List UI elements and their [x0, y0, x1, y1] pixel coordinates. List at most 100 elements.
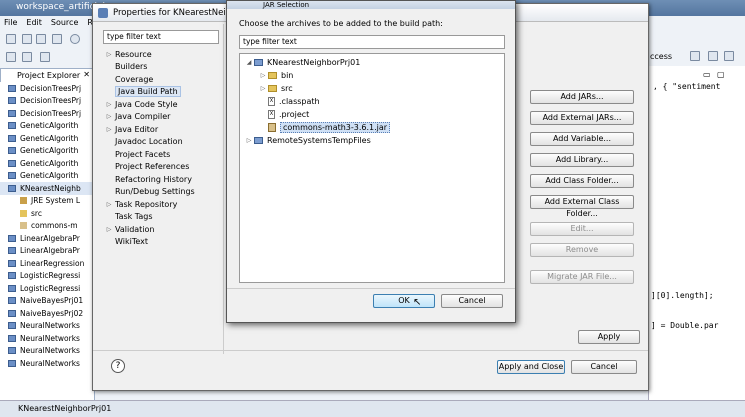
properties-nav-label: Run/Debug Settings [115, 187, 195, 197]
debug-icon[interactable] [70, 34, 80, 44]
expand-arrow-icon[interactable]: ▷ [103, 101, 115, 108]
explorer-tree-row[interactable]: LogisticRegressi [0, 270, 94, 283]
java-perspective-icon[interactable] [708, 51, 718, 61]
explorer-tree-row[interactable]: NaiveBayesPrj02 [0, 307, 94, 320]
menu-file[interactable]: File [4, 18, 17, 28]
tree-node-src[interactable]: ▷ src [258, 82, 293, 94]
menu-source[interactable]: Source [51, 18, 78, 28]
tree-node-jar[interactable]: commons-math3-3.6.1.jar [258, 121, 391, 133]
explorer-tree-row[interactable]: DecisionTreesPrj [0, 107, 94, 120]
tree-node-bin[interactable]: ▷ bin [258, 69, 294, 81]
print-icon[interactable] [52, 34, 62, 44]
minimize-icon[interactable]: ▭ [703, 70, 711, 79]
explorer-tree-row[interactable]: JRE System L [0, 195, 94, 208]
explorer-tree-row[interactable]: NeuralNetworks [0, 345, 94, 358]
properties-nav-item[interactable]: Refactoring History [103, 173, 219, 186]
properties-nav-item[interactable]: Builders [103, 61, 219, 74]
properties-nav-item[interactable]: WikiText [103, 236, 219, 249]
properties-nav-item[interactable]: Project Facets [103, 148, 219, 161]
new-icon[interactable] [6, 34, 16, 44]
quick-access-label[interactable]: ccess [650, 52, 672, 61]
expand-arrow-icon[interactable]: ▷ [103, 113, 115, 120]
tree-node-remote[interactable]: ▷ RemoteSystemsTempFiles [244, 134, 371, 146]
expand-arrow-icon[interactable]: ▷ [103, 126, 115, 133]
explorer-tree-row[interactable]: GeneticAlgorith [0, 145, 94, 158]
tree-node-project-file[interactable]: X .project [258, 108, 309, 120]
add-library-button[interactable]: Add Library... [530, 153, 634, 167]
explorer-tree-row[interactable]: GeneticAlgorith [0, 170, 94, 183]
explorer-tree-row[interactable]: src [0, 207, 94, 220]
properties-nav-item[interactable]: Run/Debug Settings [103, 186, 219, 199]
jar-cancel-button[interactable]: Cancel [441, 294, 503, 308]
ok-button[interactable]: OK [373, 294, 435, 308]
close-icon[interactable]: ✕ [83, 70, 90, 79]
cancel-button[interactable]: Cancel [571, 360, 637, 374]
add-variable-button[interactable]: Add Variable... [530, 132, 634, 146]
properties-nav-item[interactable]: ▷ Resource [103, 48, 219, 61]
project-icon [8, 322, 16, 330]
properties-nav-label: Javadoc Location [115, 137, 183, 147]
properties-nav-item[interactable]: Java Build Path [103, 86, 219, 99]
tree-node-project[interactable]: ◢ KNearestNeighborPrj01 [244, 56, 361, 68]
help-icon[interactable]: ? [111, 359, 125, 373]
properties-nav-item[interactable]: Task Tags [103, 211, 219, 224]
explorer-tree-row[interactable]: LogisticRegressi [0, 282, 94, 295]
properties-filter-input[interactable]: type filter text [103, 30, 219, 44]
explorer-tree-row[interactable]: NeuralNetworks [0, 357, 94, 370]
properties-nav-item[interactable]: ▷ Task Repository [103, 198, 219, 211]
back-icon[interactable] [40, 52, 50, 62]
prev-annotation-icon[interactable] [22, 52, 32, 62]
explorer-tree-row[interactable]: KNearestNeighb [0, 182, 94, 195]
jar-filter-input[interactable]: type filter text [239, 35, 505, 49]
next-annotation-icon[interactable] [6, 52, 16, 62]
collapsed-arrow-icon[interactable]: ▷ [244, 137, 254, 144]
explorer-tree-row[interactable]: GeneticAlgorith [0, 132, 94, 145]
explorer-tree-row[interactable]: LinearRegression [0, 257, 94, 270]
collapsed-arrow-icon[interactable]: ▷ [258, 85, 268, 92]
explorer-tree-row[interactable]: DecisionTreesPrj [0, 82, 94, 95]
explorer-tree-row[interactable]: GeneticAlgorith [0, 157, 94, 170]
migrate-jar-button[interactable]: Migrate JAR File... [530, 270, 634, 284]
expand-arrow-icon[interactable]: ▷ [103, 51, 115, 58]
add-jars-button[interactable]: Add JARs... [530, 90, 634, 104]
apply-button[interactable]: Apply [578, 330, 640, 344]
explorer-tree-row[interactable]: NeuralNetworks [0, 320, 94, 333]
explorer-tree-label: NeuralNetworks [20, 358, 80, 368]
expand-arrow-icon[interactable]: ▷ [103, 201, 115, 208]
tree-node-classpath[interactable]: X .classpath [258, 95, 320, 107]
explorer-tree-row[interactable]: NaiveBayesPrj01 [0, 295, 94, 308]
save-all-icon[interactable] [36, 34, 46, 44]
project-icon [8, 184, 16, 192]
save-icon[interactable] [22, 34, 32, 44]
apply-and-close-button[interactable]: Apply and Close [497, 360, 565, 374]
jar-tree: ◢ KNearestNeighborPrj01 ▷ bin ▷ src X .c… [239, 53, 505, 283]
project-icon [8, 247, 16, 255]
add-class-folder-button[interactable]: Add Class Folder... [530, 174, 634, 188]
properties-nav-item[interactable]: Coverage [103, 73, 219, 86]
perspective-icon[interactable] [690, 51, 700, 61]
properties-nav-item[interactable]: ▷ Java Compiler [103, 111, 219, 124]
explorer-tree-row[interactable]: NeuralNetworks [0, 332, 94, 345]
code-editor[interactable]: ▭ ▢ , { "sentiment ][0].length]; ] = Dou… [648, 66, 745, 400]
add-external-class-folder-button[interactable]: Add External Class Folder... [530, 195, 634, 218]
remove-button[interactable]: Remove [530, 243, 634, 257]
expand-arrow-icon[interactable]: ▷ [103, 226, 115, 233]
explorer-tree-row[interactable]: LinearAlgebraPr [0, 232, 94, 245]
edit-button[interactable]: Edit... [530, 222, 634, 236]
project-explorer-tab[interactable]: Project Explorer ✕ [0, 68, 95, 82]
add-external-jars-button[interactable]: Add External JARs... [530, 111, 634, 125]
menu-edit[interactable]: Edit [26, 18, 42, 28]
maximize-icon[interactable]: ▢ [717, 70, 725, 79]
properties-nav-item[interactable]: Project References [103, 161, 219, 174]
debug-perspective-icon[interactable] [724, 51, 734, 61]
collapsed-arrow-icon[interactable]: ▷ [258, 72, 268, 79]
explorer-tree-row[interactable]: GeneticAlgorith [0, 120, 94, 133]
expanded-arrow-icon[interactable]: ◢ [244, 59, 254, 66]
properties-nav-item[interactable]: ▷ Validation [103, 223, 219, 236]
properties-nav-item[interactable]: ▷ Java Code Style [103, 98, 219, 111]
properties-nav-item[interactable]: ▷ Java Editor [103, 123, 219, 136]
explorer-tree-row[interactable]: DecisionTreesPrj [0, 95, 94, 108]
explorer-tree-row[interactable]: commons-m [0, 220, 94, 233]
explorer-tree-row[interactable]: LinearAlgebraPr [0, 245, 94, 258]
properties-nav-item[interactable]: Javadoc Location [103, 136, 219, 149]
